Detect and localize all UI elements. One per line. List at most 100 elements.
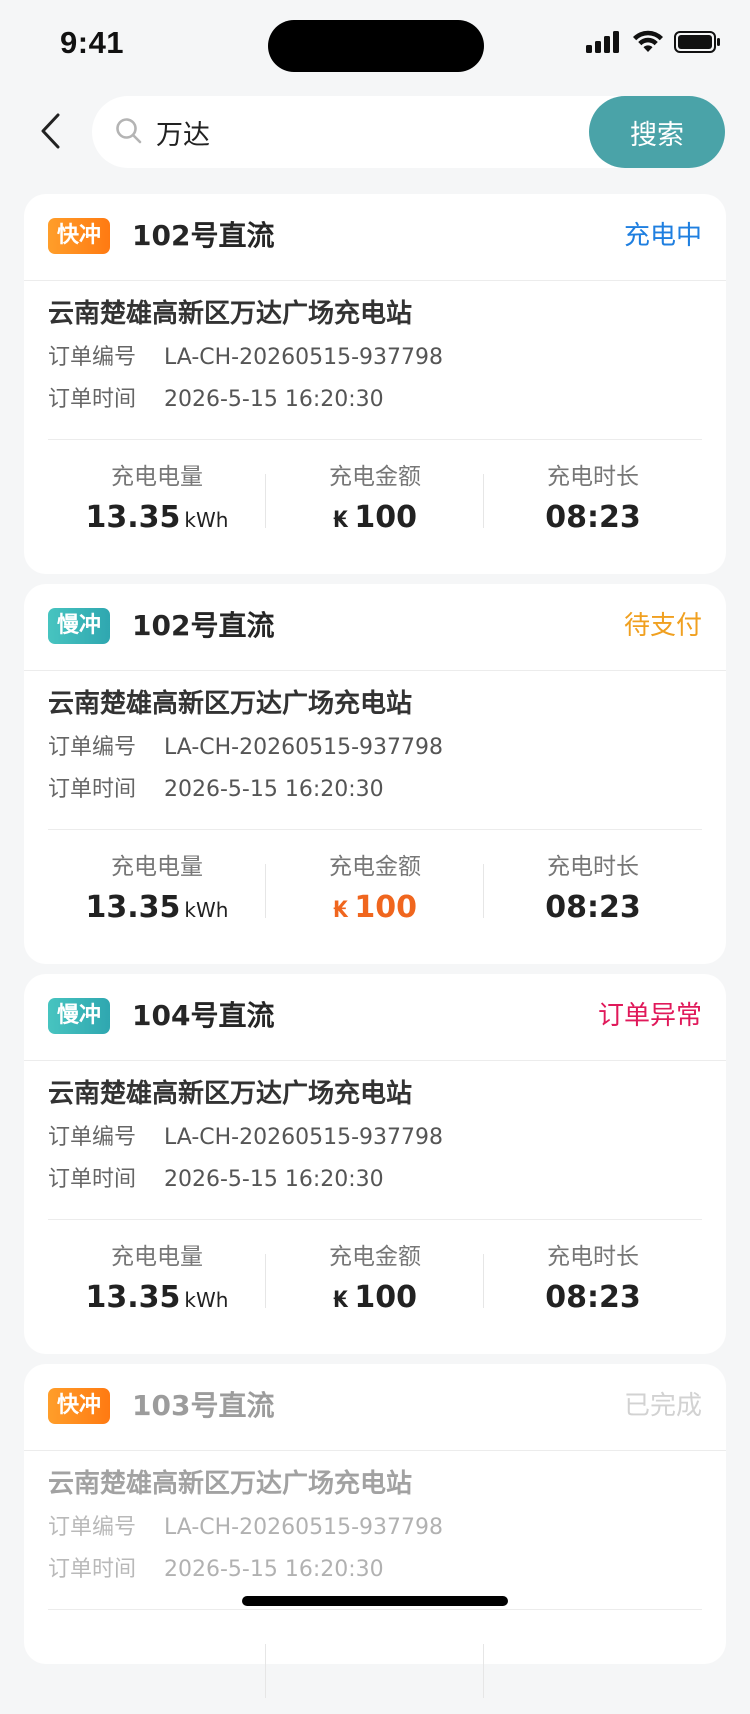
duration-stat: 充电时长 08:23 [484, 850, 702, 928]
duration-value: 08:23 [545, 1280, 641, 1315]
order-time-row: 订单时间 2026-5-15 16:20:30 [48, 772, 384, 808]
duration-stat: 充电时长 08:23 [484, 460, 702, 538]
back-button[interactable] [30, 108, 70, 158]
order-time-value: 2026-5-15 16:20:30 [164, 777, 384, 802]
order-time-label: 订单时间 [48, 387, 137, 412]
home-indicator [242, 1596, 508, 1606]
duration-value: 08:23 [545, 500, 641, 535]
order-number-label: 订单编号 [48, 735, 137, 760]
order-number-label: 订单编号 [48, 345, 137, 370]
cellular-signal-icon [586, 30, 622, 58]
order-card[interactable]: 快冲 103号直流 已完成 云南楚雄高新区万达广场充电站 订单编号 LA-CH-2… [24, 1364, 726, 1698]
energy-unit: kWh [184, 1288, 229, 1312]
energy-label: 充电电量 [111, 464, 203, 490]
amount-stat: 充电金额 ₭ 100 [266, 1240, 484, 1321]
station-name: 云南楚雄高新区万达广场充电站 [48, 1079, 413, 1109]
pile-name: 103号直流 [132, 1389, 275, 1422]
order-time-row: 订单时间 2026-5-15 16:20:30 [48, 382, 384, 418]
order-number-row: 订单编号 LA-CH-20260515-937798 [48, 730, 443, 766]
order-card-header: 快冲 102号直流 充电中 [24, 194, 726, 281]
order-number-value: LA-CH-20260515-937798 [164, 345, 444, 370]
status-bar: 9:41 [0, 0, 750, 90]
order-number-row: 订单编号 LA-CH-20260515-937798 [48, 1510, 443, 1546]
order-card-header: 快冲 103号直流 已完成 [24, 1364, 726, 1451]
charge-type-badge: 慢冲 [48, 608, 111, 644]
order-status: 订单异常 [597, 1001, 702, 1031]
station-name: 云南楚雄高新区万达广场充电站 [48, 689, 413, 719]
order-time-row: 订单时间 2026-5-15 16:20:30 [48, 1162, 384, 1198]
amount-value: 100 [354, 500, 417, 535]
order-card[interactable]: 慢冲 104号直流 订单异常 云南楚雄高新区万达广场充电站 订单编号 LA-CH-… [24, 974, 726, 1354]
order-number-row: 订单编号 LA-CH-20260515-937798 [48, 1120, 443, 1156]
stat-divider [483, 1644, 484, 1698]
divider [48, 439, 702, 440]
amount-label: 充电金额 [329, 464, 421, 490]
energy-value-row [48, 1634, 266, 1676]
order-number-row: 订单编号 LA-CH-20260515-937798 [48, 340, 443, 376]
energy-value-row: 13.35 kWh [48, 888, 266, 930]
energy-label: 充电电量 [111, 854, 203, 880]
battery-icon [674, 30, 722, 58]
amount-value-row: ₭ 100 [266, 888, 484, 931]
duration-stat [484, 1630, 702, 1634]
pile-name: 102号直流 [132, 609, 275, 642]
amount-value-row [266, 1634, 484, 1677]
amount-stat: 充电金额 ₭ 100 [266, 460, 484, 541]
station-name: 云南楚雄高新区万达广场充电站 [48, 1469, 413, 1499]
order-status: 充电中 [623, 221, 702, 251]
energy-unit: kWh [184, 898, 229, 922]
amount-value: 100 [354, 1280, 417, 1315]
station-name: 云南楚雄高新区万达广场充电站 [48, 299, 413, 329]
duration-stat: 充电时长 08:23 [484, 1240, 702, 1318]
energy-label: 充电电量 [111, 1244, 203, 1270]
amount-value-row: ₭ 100 [266, 498, 484, 541]
charge-type-badge: 慢冲 [48, 998, 111, 1034]
order-stats [48, 1630, 702, 1714]
energy-stat [48, 1630, 266, 1676]
energy-stat: 充电电量 13.35 kWh [48, 1240, 266, 1320]
search-bar: 搜索 [92, 96, 725, 168]
search-button[interactable]: 搜索 [589, 96, 725, 168]
energy-value: 13.35 [85, 500, 181, 535]
pile-name: 104号直流 [132, 999, 275, 1032]
order-time-row: 订单时间 2026-5-15 16:20:30 [48, 1552, 384, 1588]
duration-label: 充电时长 [547, 854, 639, 880]
charge-type-badge: 快冲 [48, 1388, 111, 1424]
chevron-left-icon [38, 111, 62, 155]
order-number-label: 订单编号 [48, 1515, 137, 1540]
duration-value: 08:23 [545, 890, 641, 925]
order-number-value: LA-CH-20260515-937798 [164, 1125, 444, 1150]
order-number-value: LA-CH-20260515-937798 [164, 1515, 444, 1540]
amount-stat: 充电金额 ₭ 100 [266, 850, 484, 931]
order-card[interactable]: 快冲 102号直流 充电中 云南楚雄高新区万达广场充电站 订单编号 LA-CH-2… [24, 194, 726, 574]
currency-symbol: ₭ [333, 508, 349, 533]
energy-value-row: 13.35 kWh [48, 498, 266, 540]
search-input[interactable] [156, 96, 576, 168]
order-stats: 充电电量 13.35 kWh 充电金额 ₭ 100 充电时长 08:23 [48, 460, 702, 544]
divider [48, 829, 702, 830]
divider [48, 1219, 702, 1220]
charge-type-badge: 快冲 [48, 218, 111, 254]
order-time-value: 2026-5-15 16:20:30 [164, 387, 384, 412]
order-card-header: 慢冲 102号直流 待支付 [24, 584, 726, 671]
search-icon [114, 116, 144, 146]
amount-label: 充电金额 [329, 854, 421, 880]
amount-stat [266, 1630, 484, 1677]
dynamic-island [268, 20, 484, 72]
amount-label: 充电金额 [329, 1244, 421, 1270]
energy-value-row: 13.35 kWh [48, 1278, 266, 1320]
order-time-label: 订单时间 [48, 777, 137, 802]
order-card[interactable]: 慢冲 102号直流 待支付 云南楚雄高新区万达广场充电站 订单编号 LA-CH-2… [24, 584, 726, 964]
currency-symbol: ₭ [333, 898, 349, 923]
status-time: 9:41 [60, 25, 125, 60]
energy-unit: kWh [184, 508, 229, 532]
duration-label: 充电时长 [547, 464, 639, 490]
status-icons [586, 30, 722, 58]
order-number-value: LA-CH-20260515-937798 [164, 735, 444, 760]
energy-value: 13.35 [85, 1280, 181, 1315]
order-card-header: 慢冲 104号直流 订单异常 [24, 974, 726, 1061]
order-time-label: 订单时间 [48, 1557, 137, 1582]
order-stats: 充电电量 13.35 kWh 充电金额 ₭ 100 充电时长 08:23 [48, 850, 702, 934]
pile-name: 102号直流 [132, 219, 275, 252]
divider [48, 1609, 702, 1610]
